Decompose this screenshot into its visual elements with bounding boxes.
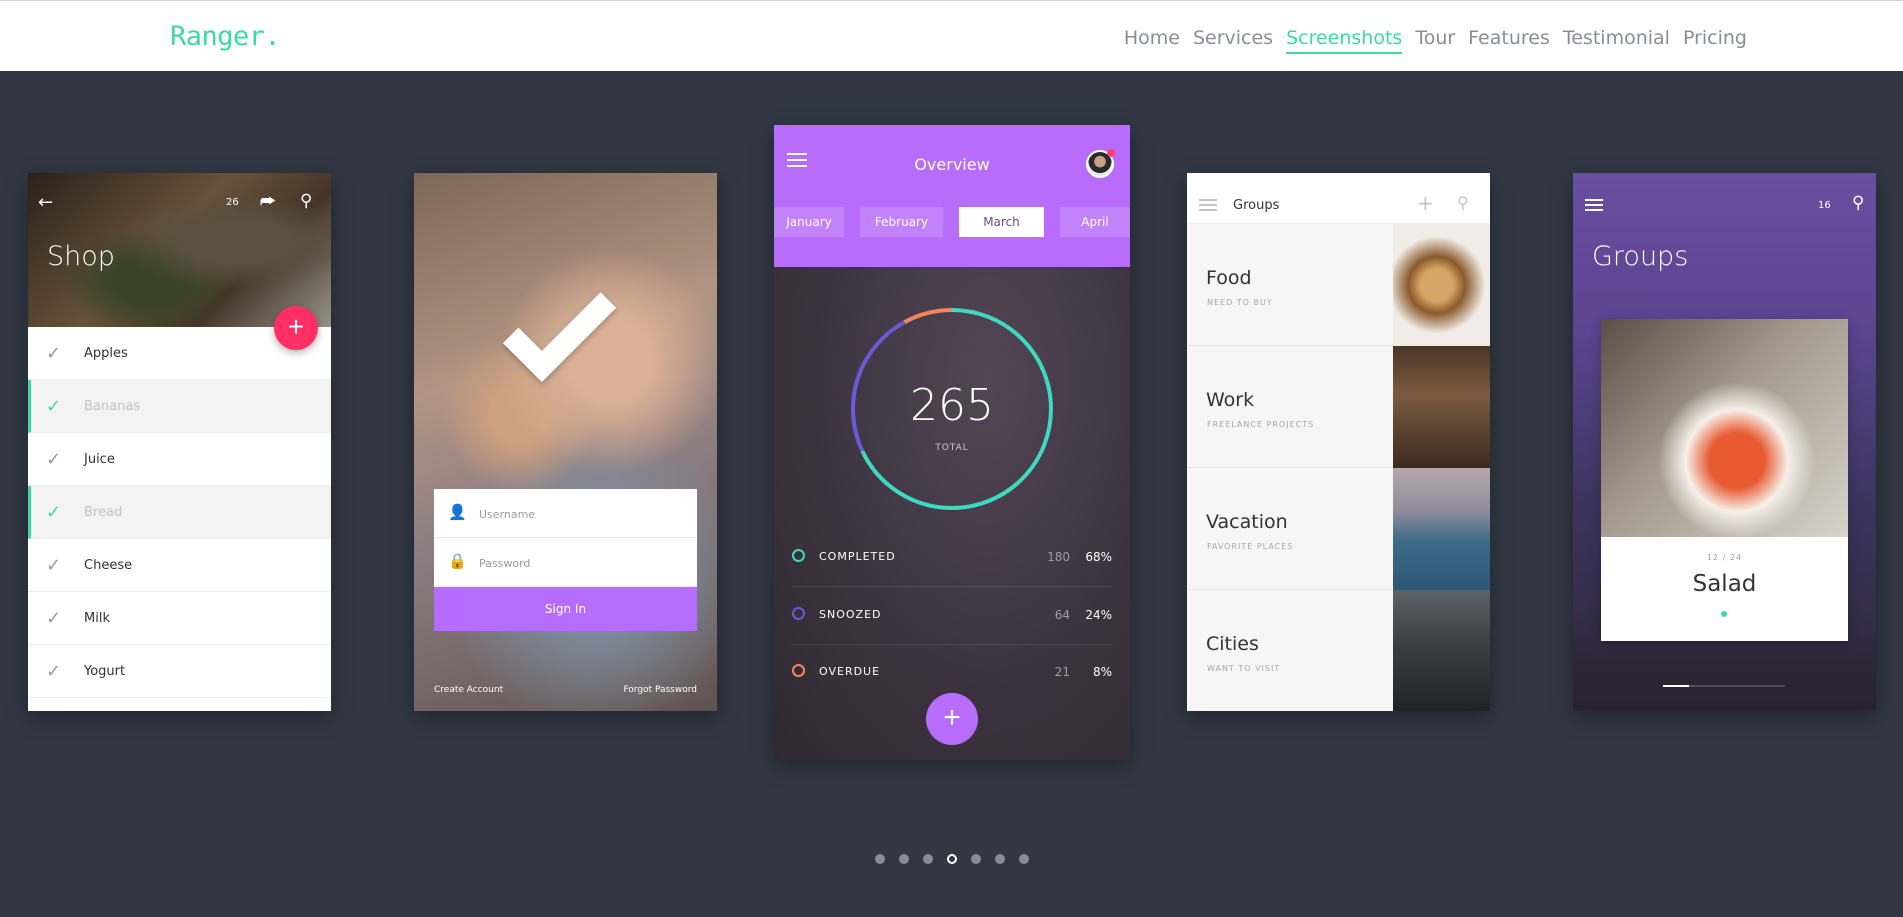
shop-count: 26 [226, 197, 239, 208]
month-tabs: January February March April [774, 207, 1130, 237]
group-thumbnail [1393, 346, 1490, 468]
screenshot-groups-list[interactable]: Groups + ⚲ Food NEED TO BUY Work FREELAN… [1187, 173, 1490, 711]
screenshot-login[interactable]: 👤 Username 🔒 Password Sign In Create Acc… [414, 173, 717, 711]
nav-services[interactable]: Services [1193, 27, 1273, 54]
groups-title: Groups [1233, 198, 1280, 213]
card-title: Salad [1692, 571, 1757, 597]
list-item[interactable]: ✓ Cheese [28, 539, 331, 592]
tab-march[interactable]: March [959, 207, 1044, 237]
total-count: 265 [910, 380, 994, 431]
search-icon[interactable]: ⚲ [300, 191, 312, 211]
add-item-button[interactable]: + [274, 306, 318, 350]
tab-april[interactable]: April [1060, 207, 1130, 237]
share-icon[interactable]: ⮫ [260, 192, 276, 212]
main-nav: Home Services Screenshots Tour Features … [1124, 27, 1747, 54]
status-dot [792, 664, 805, 677]
pager-dot[interactable] [1019, 854, 1029, 864]
card-counter: 12 / 24 [1706, 553, 1743, 562]
groups-title: Groups [1592, 241, 1689, 272]
pager-dot[interactable] [995, 854, 1005, 864]
status-dot [792, 607, 805, 620]
list-item[interactable]: ✓ Bread [28, 486, 331, 539]
sign-in-button[interactable]: Sign In [434, 587, 697, 631]
check-icon: ✓ [46, 396, 62, 417]
pager-dot[interactable] [875, 854, 885, 864]
group-thumbnail [1393, 590, 1490, 711]
menu-icon[interactable] [1199, 199, 1217, 211]
salad-image [1601, 319, 1848, 537]
list-item[interactable]: ✓ Yogurt [28, 645, 331, 698]
shop-list: ✓ Apples ✓ Bananas ✓ Juice ✓ Bread ✓ Cheese ✓… [28, 327, 331, 698]
menu-icon[interactable] [1585, 199, 1603, 211]
password-field[interactable]: 🔒 Password [434, 538, 697, 587]
salad-card[interactable]: 12 / 24 Salad [1601, 319, 1848, 641]
stat-row-completed[interactable]: COMPLETED 180 68% [792, 529, 1112, 587]
group-item-vacation[interactable]: Vacation FAVORITE PLACES [1187, 468, 1490, 590]
pager-dot[interactable] [899, 854, 909, 864]
group-item-food[interactable]: Food NEED TO BUY [1187, 224, 1490, 346]
carousel-pager [875, 854, 1029, 864]
plus-icon[interactable]: + [1417, 191, 1434, 215]
stat-row-snoozed[interactable]: SNOOZED 64 24% [792, 587, 1112, 645]
group-thumbnail [1393, 468, 1490, 590]
overview-header: Overview January February March April [774, 125, 1130, 267]
brand-logo[interactable]: Ranger. [170, 21, 281, 52]
carousel-progress [1663, 685, 1785, 687]
groups-header: Groups + ⚲ [1187, 173, 1490, 224]
forgot-password-link[interactable]: Forgot Password [623, 685, 697, 695]
check-icon: ✓ [46, 343, 62, 364]
avatar[interactable] [1086, 149, 1115, 178]
total-label: TOTAL [935, 443, 969, 453]
add-task-button[interactable]: + [926, 693, 978, 745]
screenshot-overview[interactable]: Overview January February March April 26… [774, 125, 1130, 760]
tab-january[interactable]: January [774, 207, 844, 237]
login-form: 👤 Username 🔒 Password Sign In [434, 489, 697, 631]
nav-tour[interactable]: Tour [1415, 27, 1455, 54]
groups-count: 16 [1818, 200, 1831, 211]
search-icon[interactable]: ⚲ [1852, 193, 1864, 213]
list-item[interactable]: ✓ Juice [28, 433, 331, 486]
card-indicator-dot [1721, 611, 1727, 617]
lock-icon: 🔒 [448, 552, 467, 570]
back-arrow-icon[interactable]: ← [38, 192, 53, 213]
username-field[interactable]: 👤 Username [434, 489, 697, 538]
group-item-cities[interactable]: Cities WANT TO VISIT [1187, 590, 1490, 711]
group-item-work[interactable]: Work FREELANCE PROJECTS [1187, 346, 1490, 468]
nav-screenshots[interactable]: Screenshots [1286, 27, 1403, 54]
nav-features[interactable]: Features [1468, 27, 1550, 54]
pager-dot[interactable] [923, 854, 933, 864]
group-thumbnail [1393, 224, 1490, 346]
list-item[interactable]: ✓ Milk [28, 592, 331, 645]
nav-pricing[interactable]: Pricing [1683, 27, 1747, 54]
tab-february[interactable]: February [860, 207, 943, 237]
check-icon: ✓ [46, 449, 62, 470]
create-account-link[interactable]: Create Account [434, 685, 503, 695]
overview-title: Overview [914, 155, 990, 174]
pager-dot[interactable] [947, 854, 957, 864]
nav-home[interactable]: Home [1124, 27, 1180, 54]
screenshot-shop[interactable]: ← 26 ⮫ ⚲ Shop + ✓ Apples ✓ Bananas ✓ Juice … [28, 173, 331, 711]
check-icon: ✓ [46, 608, 62, 629]
screenshot-groups-card[interactable]: 16 ⚲ Groups 12 / 24 Salad [1573, 173, 1876, 711]
nav-testimonial[interactable]: Testimonial [1563, 27, 1670, 54]
shop-title: Shop [47, 241, 115, 272]
search-icon[interactable]: ⚲ [1457, 193, 1469, 212]
user-icon: 👤 [448, 503, 467, 521]
pager-dot[interactable] [971, 854, 981, 864]
status-dot [792, 549, 805, 562]
check-icon: ✓ [46, 555, 62, 576]
list-item[interactable]: ✓ Bananas [28, 380, 331, 433]
check-icon: ✓ [46, 661, 62, 682]
top-navbar: Ranger. Home Services Screenshots Tour F… [0, 0, 1903, 71]
check-icon: ✓ [46, 502, 62, 523]
